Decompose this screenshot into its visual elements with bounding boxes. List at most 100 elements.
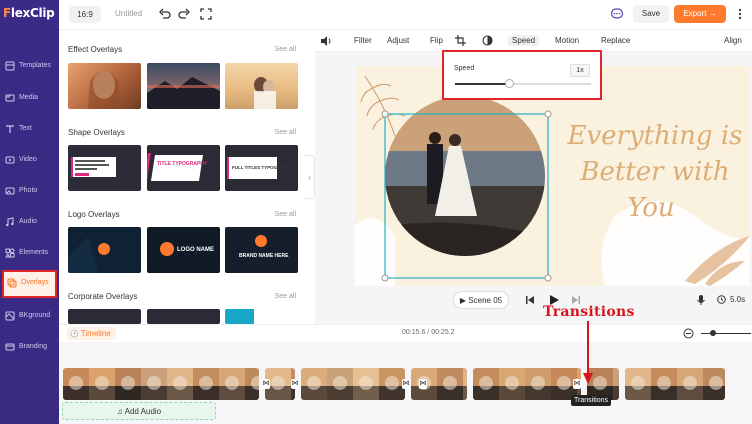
- scene-label: Scene 05: [468, 296, 503, 305]
- sidebar-item-label: Video: [19, 156, 37, 163]
- add-audio-label: Add Audio: [124, 407, 162, 416]
- fullscreen-icon[interactable]: [199, 7, 213, 21]
- zoom-slider[interactable]: [701, 333, 751, 334]
- collapse-panel-button[interactable]: ‹: [305, 155, 315, 199]
- top-bar: 16:9 Untitled Save Export →: [59, 0, 752, 30]
- overlays-icon: [7, 278, 17, 288]
- microphone-icon[interactable]: [696, 294, 706, 306]
- transition-marker[interactable]: ⋈: [419, 379, 427, 389]
- project-title[interactable]: Untitled: [115, 9, 142, 18]
- speed-value[interactable]: 1x: [570, 64, 590, 77]
- sidebar-item-templates[interactable]: Templates: [0, 53, 59, 81]
- scene-selector[interactable]: ▶ Scene 05: [453, 291, 509, 309]
- templates-icon: [5, 61, 15, 71]
- logo-overlay-thumb[interactable]: LOGO NAME: [147, 227, 220, 273]
- transitions-tooltip: Transitions: [571, 395, 611, 406]
- branding-icon: [5, 343, 15, 351]
- timeline-time: 00:15.6 / 00:25.2: [402, 329, 455, 336]
- sidebar-item-media[interactable]: Media: [0, 85, 59, 113]
- save-button[interactable]: Save: [633, 5, 669, 23]
- speed-slider-handle[interactable]: [505, 79, 514, 88]
- sidebar-item-bkground[interactable]: BKground: [0, 303, 59, 331]
- tool-speed[interactable]: Speed: [508, 35, 540, 46]
- chat-icon[interactable]: [610, 7, 624, 21]
- sidebar-item-label: Templates: [19, 62, 51, 69]
- transitions-annotation: Transitions: [543, 304, 635, 320]
- sidebar-item-label: Audio: [19, 218, 37, 225]
- timeline-clip[interactable]: [473, 368, 581, 400]
- tool-replace[interactable]: Replace: [601, 36, 630, 45]
- annotation-arrow-icon: [583, 321, 593, 384]
- section-title-shape-overlays: Shape Overlays: [68, 128, 125, 137]
- logo-overlay-thumb[interactable]: [68, 227, 141, 273]
- tool-motion[interactable]: Motion: [555, 36, 579, 45]
- speed-popup: Speed 1x: [442, 50, 602, 100]
- redo-icon[interactable]: [177, 7, 191, 21]
- tool-flip[interactable]: Flip: [430, 36, 443, 45]
- export-button[interactable]: Export →: [674, 5, 726, 23]
- elements-icon: [5, 248, 15, 258]
- sidebar: FlexClip Templates Media Text Video Photo Aud…: [0, 0, 59, 424]
- corporate-overlay-thumb[interactable]: [147, 309, 220, 324]
- corporate-overlay-thumb[interactable]: [225, 309, 298, 324]
- photo-icon: [5, 187, 15, 195]
- corporate-overlay-thumb[interactable]: [68, 309, 141, 324]
- see-all-shape-overlays[interactable]: See all: [275, 129, 296, 136]
- speed-label: Speed: [454, 65, 475, 72]
- see-all-corporate-overlays[interactable]: See all: [275, 293, 296, 300]
- logo-overlay-thumb[interactable]: BRAND NAME HERE: [225, 227, 298, 273]
- sidebar-item-text[interactable]: Text: [0, 116, 59, 144]
- effect-overlay-thumb[interactable]: [147, 63, 220, 109]
- crop-icon[interactable]: [455, 35, 466, 46]
- timeline-header: 🕑 Timeline 00:15.6 / 00:25.2: [59, 324, 752, 342]
- scene-duration[interactable]: 5.0s: [730, 295, 745, 304]
- shape-overlay-thumb[interactable]: FULL TITLES TYPOGRAPHY: [225, 145, 298, 191]
- sidebar-item-branding[interactable]: Branding: [0, 334, 59, 362]
- zoom-slider-handle[interactable]: [710, 330, 716, 336]
- transition-marker[interactable]: ⋈: [291, 379, 299, 389]
- effect-overlay-thumb[interactable]: [68, 63, 141, 109]
- see-all-logo-overlays[interactable]: See all: [275, 211, 296, 218]
- transition-marker[interactable]: ⋈: [262, 379, 270, 389]
- sidebar-item-label: Elements: [19, 249, 49, 256]
- media-icon: [5, 94, 15, 102]
- sidebar-item-label: BKground: [19, 312, 51, 319]
- sidebar-item-overlays[interactable]: Overlays: [2, 270, 57, 298]
- tool-align[interactable]: Align: [724, 36, 742, 45]
- transition-marker[interactable]: ⋈: [402, 379, 410, 389]
- section-title-corporate-overlays: Corporate Overlays: [68, 292, 138, 301]
- timeline-toggle[interactable]: 🕑 Timeline: [67, 327, 116, 340]
- app-logo[interactable]: FlexClip: [3, 6, 59, 24]
- sidebar-item-label: Branding: [19, 343, 48, 350]
- previous-icon[interactable]: [525, 295, 535, 305]
- timeline-clip[interactable]: [625, 368, 725, 400]
- sidebar-item-photo[interactable]: Photo: [0, 178, 59, 206]
- tool-adjust[interactable]: Adjust: [387, 36, 409, 45]
- sidebar-item-audio[interactable]: Audio: [0, 209, 59, 237]
- sidebar-item-video[interactable]: Video: [0, 147, 59, 175]
- script-line-2[interactable]: Better with: [579, 157, 729, 187]
- shape-overlay-thumb[interactable]: TITLE TYPOGRAPHY: [147, 145, 220, 191]
- transition-marker[interactable]: ⋈: [573, 379, 581, 389]
- aspect-ratio-button[interactable]: 16:9: [69, 6, 101, 23]
- see-all-effect-overlays[interactable]: See all: [275, 46, 296, 53]
- timeline-clip[interactable]: [301, 368, 405, 400]
- tool-filter[interactable]: Filter: [354, 36, 372, 45]
- video-icon: [5, 156, 15, 164]
- section-title-effect-overlays: Effect Overlays: [68, 45, 123, 54]
- add-audio-button[interactable]: ♫ Add Audio: [62, 402, 216, 420]
- script-line-3[interactable]: You: [627, 193, 674, 223]
- volume-icon[interactable]: [320, 35, 332, 47]
- undo-icon[interactable]: [158, 7, 172, 21]
- script-line-1[interactable]: Everything is: [567, 121, 743, 151]
- color-icon[interactable]: [482, 35, 493, 46]
- effect-overlay-thumb[interactable]: [225, 63, 298, 109]
- shape-overlay-thumb[interactable]: [68, 145, 141, 191]
- more-options-icon[interactable]: [734, 7, 746, 21]
- sidebar-item-elements[interactable]: Elements: [0, 240, 59, 268]
- zoom-out-icon[interactable]: [683, 328, 694, 339]
- timeline-clip[interactable]: [63, 368, 259, 400]
- playback-bar: ▶ Scene 05 5.0s: [315, 290, 752, 312]
- speed-slider-fill: [455, 83, 509, 85]
- sidebar-item-label: Overlays: [21, 279, 49, 286]
